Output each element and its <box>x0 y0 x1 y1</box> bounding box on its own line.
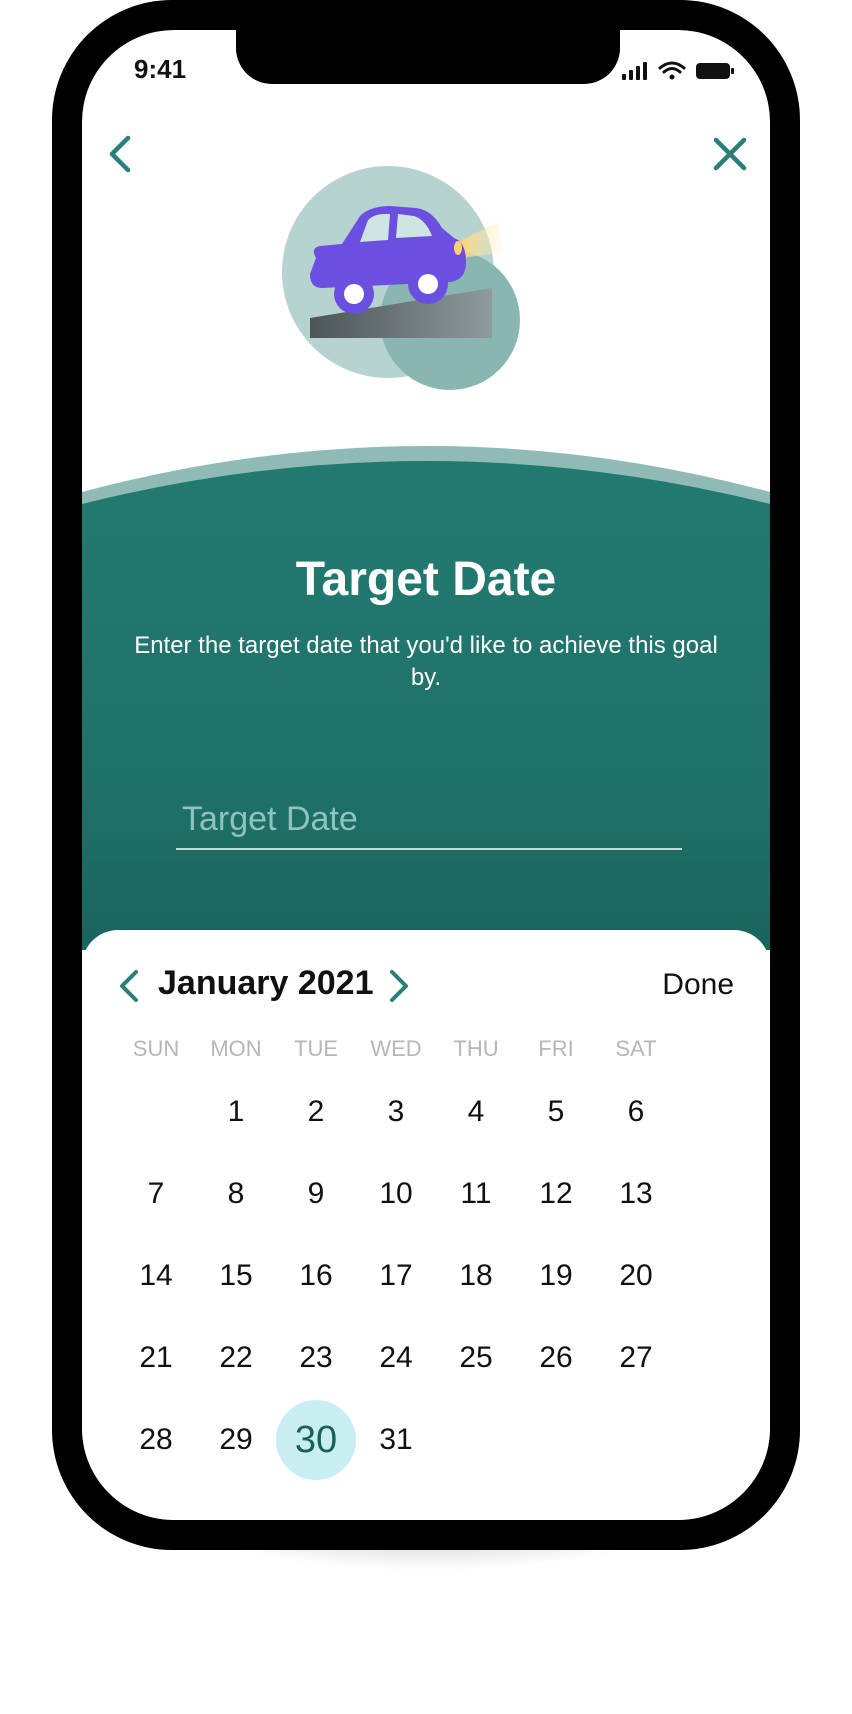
page-title: Target Date <box>295 553 557 606</box>
calendar-day[interactable]: 24 <box>356 1318 436 1398</box>
calendar-day-number: 8 <box>227 1177 245 1210</box>
calendar-day-number: 7 <box>147 1177 165 1210</box>
page-subtitle: Enter the target date that you'd like to… <box>134 632 718 691</box>
calendar-day-number: 10 <box>379 1177 413 1210</box>
car-on-ramp-illustration <box>282 166 520 390</box>
calendar-day[interactable]: 22 <box>196 1318 276 1398</box>
calendar-day[interactable]: 19 <box>516 1236 596 1316</box>
calendar-day-number: 1 <box>227 1095 245 1128</box>
calendar-day-selected[interactable]: 30 <box>276 1400 356 1480</box>
chevron-left-icon <box>109 135 131 173</box>
calendar-day[interactable]: 9 <box>276 1154 356 1234</box>
calendar-day[interactable]: 17 <box>356 1236 436 1316</box>
previous-month-button[interactable] <box>114 966 144 1006</box>
calendar-day[interactable]: 10 <box>356 1154 436 1234</box>
weekday-label: TUE <box>294 1036 338 1061</box>
calendar-picker: January 2021 Done SUN MON TUE WED THU FRI SAT … <box>82 930 770 1520</box>
calendar-day-number: 31 <box>379 1423 413 1456</box>
calendar-day-number: 3 <box>387 1095 405 1128</box>
calendar-day[interactable]: 6 <box>596 1072 676 1152</box>
next-month-button[interactable] <box>384 966 414 1006</box>
calendar-day[interactable]: 14 <box>116 1236 196 1316</box>
close-icon <box>713 137 747 171</box>
calendar-day[interactable]: 5 <box>516 1072 596 1152</box>
chevron-right-icon <box>390 970 408 1002</box>
calendar-day-number: 16 <box>299 1259 333 1292</box>
calendar-day[interactable]: 23 <box>276 1318 356 1398</box>
calendar-day[interactable]: 16 <box>276 1236 356 1316</box>
calendar-day-number: 11 <box>460 1177 492 1210</box>
calendar-day-number: 6 <box>627 1095 645 1128</box>
calendar-day-number: 25 <box>459 1341 493 1374</box>
battery-icon <box>696 63 734 79</box>
phone-frame: 9:41 Target Date Enter the target date t… <box>52 0 800 1550</box>
calendar-day[interactable]: 7 <box>116 1154 196 1234</box>
calendar-day-number: 13 <box>619 1177 653 1210</box>
calendar-day[interactable]: 31 <box>356 1400 436 1480</box>
calendar-day[interactable]: 20 <box>596 1236 676 1316</box>
calendar-day[interactable]: 26 <box>516 1318 596 1398</box>
done-button[interactable]: Done <box>662 968 734 1002</box>
calendar-day-number: 2 <box>307 1095 325 1128</box>
calendar-day-number: 28 <box>139 1423 173 1456</box>
status-icons <box>622 61 734 80</box>
calendar-day-number: 4 <box>467 1095 485 1128</box>
phone-screen: 9:41 Target Date Enter the target date t… <box>82 30 770 1520</box>
calendar-day[interactable]: 18 <box>436 1236 516 1316</box>
calendar-day[interactable]: 1 <box>196 1072 276 1152</box>
calendar-day-number: 19 <box>539 1259 573 1292</box>
calendar-day-number: 27 <box>619 1341 653 1374</box>
close-button[interactable] <box>708 132 752 176</box>
calendar-day-number: 22 <box>219 1341 253 1374</box>
calendar-day-number: 9 <box>307 1177 325 1210</box>
calendar-day-number: 29 <box>219 1423 253 1456</box>
calendar-day-number: 18 <box>459 1259 493 1292</box>
notch <box>236 30 620 84</box>
calendar-day-number: 24 <box>379 1341 413 1374</box>
calendar-day-number: 20 <box>619 1259 653 1292</box>
calendar-day[interactable]: 29 <box>196 1400 276 1480</box>
calendar-day[interactable]: 12 <box>516 1154 596 1234</box>
weekday-label: FRI <box>538 1036 574 1061</box>
signal-icon <box>622 62 647 80</box>
calendar-day[interactable]: 4 <box>436 1072 516 1152</box>
weekday-label: WED <box>370 1036 422 1061</box>
calendar-day-number: 12 <box>539 1177 573 1210</box>
calendar-day-number: 15 <box>219 1259 253 1292</box>
status-time: 9:41 <box>134 54 187 84</box>
calendar-day[interactable]: 11 <box>436 1154 516 1234</box>
weekday-label: SUN <box>132 1036 180 1061</box>
target-date-input[interactable]: Target Date <box>176 794 682 850</box>
calendar-day[interactable]: 2 <box>276 1072 356 1152</box>
calendar-day[interactable]: 25 <box>436 1318 516 1398</box>
calendar-day[interactable]: 27 <box>596 1318 676 1398</box>
chevron-left-icon <box>120 970 138 1002</box>
calendar-day-number: 23 <box>299 1341 333 1374</box>
calendar-day[interactable]: 21 <box>116 1318 196 1398</box>
back-button[interactable] <box>100 132 140 176</box>
calendar-day[interactable]: 3 <box>356 1072 436 1152</box>
weekday-label: MON <box>210 1036 262 1061</box>
calendar-day-number: 30 <box>294 1419 338 1461</box>
month-label: January 2021 <box>158 964 374 1002</box>
calendar-day-number: 26 <box>539 1341 573 1374</box>
calendar-day[interactable]: 8 <box>196 1154 276 1234</box>
calendar-day[interactable]: 28 <box>116 1400 196 1480</box>
calendar-day[interactable]: 13 <box>596 1154 676 1234</box>
calendar-day-number: 21 <box>139 1341 173 1374</box>
calendar-day[interactable]: 15 <box>196 1236 276 1316</box>
calendar-day-number: 5 <box>547 1095 565 1128</box>
wifi-icon <box>658 61 686 80</box>
calendar-day-number: 14 <box>139 1259 173 1292</box>
weekday-label: SAT <box>615 1036 657 1061</box>
calendar-day-number: 17 <box>379 1259 413 1292</box>
weekday-label: THU <box>453 1036 499 1061</box>
